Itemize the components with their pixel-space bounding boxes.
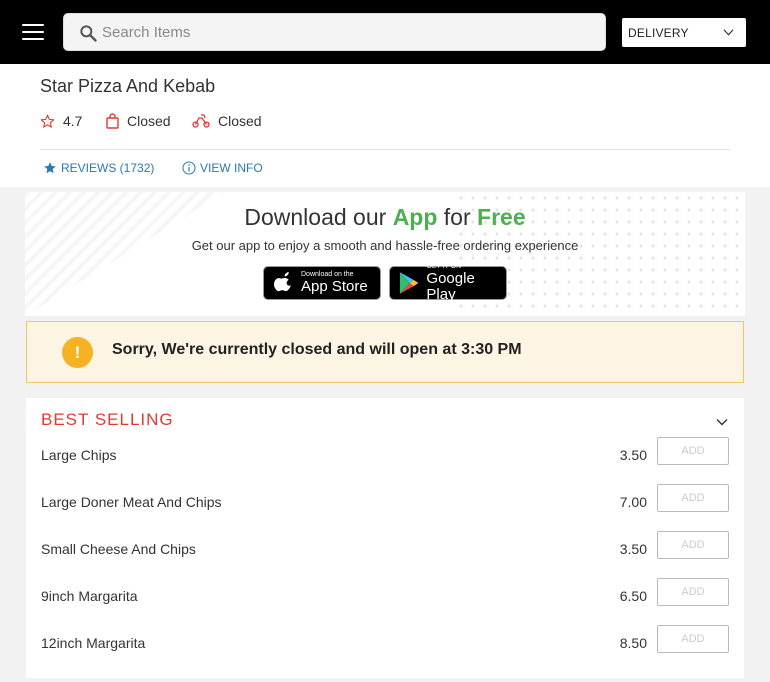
menu-item: 12inch Margarita 8.50 ADD [26, 625, 744, 680]
store-name: Star Pizza And Kebab [40, 76, 216, 96]
reviews-link[interactable]: REVIEWS (1732) [43, 161, 154, 175]
search-box[interactable] [63, 13, 606, 51]
item-price: 7.00 [619, 494, 647, 510]
reviews-link-label: REVIEWS (1732) [61, 161, 155, 175]
delivery-status-text: Closed [218, 113, 262, 129]
view-info-link-label: VIEW INFO [200, 161, 263, 175]
item-name: 12inch Margarita [41, 635, 146, 651]
add-button[interactable]: ADD [657, 625, 729, 653]
item-price: 6.50 [619, 588, 647, 604]
app-store-label: App Store [301, 278, 368, 295]
item-name: Large Chips [41, 447, 117, 463]
section-title: BEST SELLING [41, 410, 174, 429]
google-play-button[interactable]: GET IT ON Google Play [389, 263, 507, 303]
chevron-down-icon[interactable] [716, 416, 728, 428]
add-button[interactable]: ADD [657, 437, 729, 465]
item-price: 3.50 [619, 541, 647, 557]
item-name: Small Cheese And Chips [41, 541, 196, 557]
menu-icon[interactable] [22, 24, 44, 41]
delivery-status: Closed [192, 113, 262, 129]
item-name: 9inch Margarita [41, 588, 138, 604]
menu-item: Large Doner Meat And Chips 7.00 ADD [26, 484, 744, 539]
menu-item: Small Cheese And Chips 3.50 ADD [26, 531, 744, 586]
item-price: 8.50 [619, 635, 647, 651]
google-play-icon [399, 272, 419, 294]
add-button[interactable]: ADD [657, 531, 729, 559]
rating-value: 4.7 [63, 113, 83, 129]
closed-notice-text: Sorry, We're currently closed and will o… [112, 341, 522, 358]
add-button[interactable]: ADD [657, 484, 729, 512]
scooter-icon [192, 114, 210, 128]
best-selling-section: BEST SELLING Large Chips 3.50 ADD Large … [26, 398, 744, 678]
menu-item: Large Chips 3.50 ADD [26, 437, 744, 492]
google-play-label: Google Play [426, 270, 475, 303]
rating: 4.7 [40, 113, 82, 129]
menu-item: 9inch Margarita 6.50 ADD [26, 578, 744, 633]
search-icon [80, 25, 97, 42]
app-store-button[interactable]: Download on the App Store [263, 266, 381, 300]
view-info-link[interactable]: VIEW INFO [182, 161, 263, 175]
banner-title: Download our App for Free [244, 204, 526, 230]
banner-subtitle: Get our app to enjoy a smooth and hassle… [191, 238, 579, 253]
collection-status: Closed [106, 113, 171, 129]
closed-notice: ! Sorry, We're currently closed and will… [26, 321, 744, 383]
add-button[interactable]: ADD [657, 578, 729, 606]
store-header: Star Pizza And Kebab 4.7 Closed Closed R… [0, 64, 770, 187]
star-outline-icon [40, 114, 55, 128]
collection-status-text: Closed [127, 113, 171, 129]
divider [40, 149, 730, 150]
search-input[interactable] [102, 20, 582, 44]
order-type-select[interactable]: DELIVERY [622, 18, 746, 47]
info-icon [182, 161, 196, 175]
shopping-bag-icon [106, 113, 119, 129]
item-price: 3.50 [619, 447, 647, 463]
top-bar: DELIVERY [0, 0, 770, 64]
chevron-down-icon [723, 29, 734, 36]
item-name: Large Doner Meat And Chips [41, 494, 222, 510]
order-type-value: DELIVERY [628, 26, 689, 40]
star-icon [44, 162, 56, 174]
app-download-banner: Download our App for Free Get our app to… [25, 192, 745, 316]
warning-icon: ! [62, 337, 93, 368]
apple-icon [273, 272, 291, 292]
